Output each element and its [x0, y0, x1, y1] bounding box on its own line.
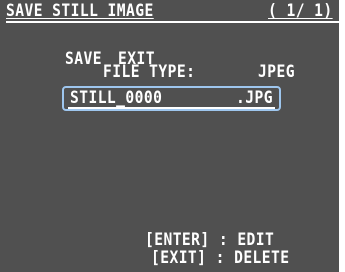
- save-option[interactable]: SAVE: [65, 51, 102, 68]
- header-divider: [6, 21, 339, 23]
- page-indicator: ( 1/ 1): [268, 1, 333, 21]
- enter-edit-hint: [ENTER] : EDIT: [145, 230, 275, 250]
- osd-screen: SAVE STILL IMAGE ( 1/ 1) SAVE EXIT FILE …: [0, 0, 339, 272]
- file-type-value[interactable]: JPEG: [258, 64, 295, 81]
- filename-name[interactable]: STILL_0000: [70, 90, 162, 107]
- menu-title: SAVE STILL IMAGE: [6, 1, 154, 21]
- file-type-label: FILE TYPE:: [103, 62, 196, 82]
- filename-extension: .JPG: [236, 88, 273, 108]
- exit-delete-hint: [EXIT] : DELETE: [151, 248, 290, 268]
